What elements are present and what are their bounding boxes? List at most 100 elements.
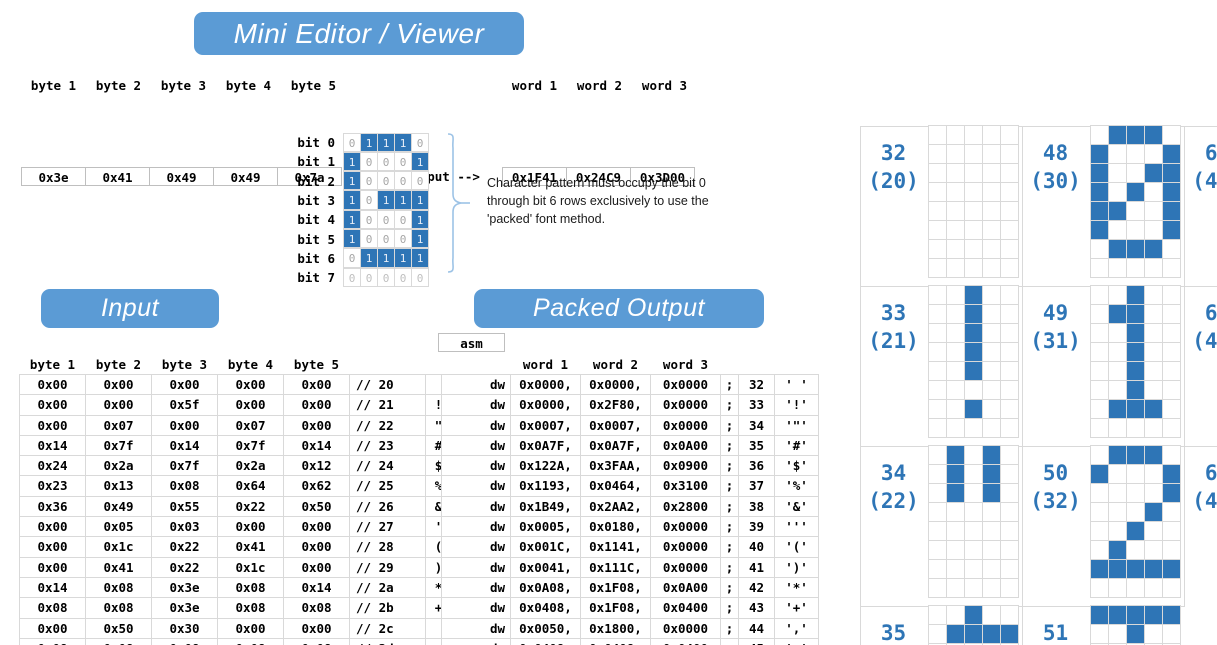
output-word-r9-w2[interactable]: 0x111C, bbox=[581, 557, 651, 577]
glyph-bitmap-33[interactable] bbox=[929, 286, 1019, 438]
glyph-block-48[interactable]: 48(30) bbox=[1023, 126, 1185, 286]
glyph-pixel-34-5-2[interactable] bbox=[964, 540, 983, 560]
glyph-pixel-34-3-0[interactable] bbox=[928, 502, 947, 522]
glyph-pixel-34-6-2[interactable] bbox=[964, 559, 983, 579]
glyph-pixel-34-6-1[interactable] bbox=[946, 559, 965, 579]
glyph-pixel-48-1-1[interactable] bbox=[1108, 144, 1127, 164]
output-word-r1-w3[interactable]: 0x0000 bbox=[651, 395, 721, 415]
glyph-pixel-33-2-2[interactable] bbox=[964, 323, 983, 343]
glyph-pixel-48-7-2[interactable] bbox=[1126, 258, 1145, 278]
input-cell-r8-b5[interactable]: 0x00 bbox=[284, 537, 350, 557]
glyph-block-32[interactable]: 32(20) bbox=[861, 126, 1023, 286]
bit-cell-6-1[interactable]: 1 bbox=[360, 248, 378, 267]
glyph-pixel-50-6-2[interactable] bbox=[1126, 559, 1145, 579]
glyph-pixel-32-4-3[interactable] bbox=[982, 201, 1001, 221]
glyph-pixel-35-0-2[interactable] bbox=[964, 605, 983, 625]
glyph-pixel-32-6-1[interactable] bbox=[946, 239, 965, 259]
glyph-pixel-33-6-3[interactable] bbox=[982, 399, 1001, 419]
glyph-pixel-32-0-2[interactable] bbox=[964, 125, 983, 145]
input-table-row[interactable]: 0x000x000x5f0x000x00// 21! bbox=[20, 395, 452, 415]
input-cell-r4-b3[interactable]: 0x7f bbox=[152, 456, 218, 476]
glyph-block-34[interactable]: 34(22) bbox=[861, 446, 1023, 606]
glyph-pixel-49-3-4[interactable] bbox=[1162, 342, 1181, 362]
glyph-block-65[interactable]: 65(41) bbox=[1185, 286, 1217, 446]
bit-cell-5-4[interactable]: 1 bbox=[411, 229, 429, 248]
glyph-pixel-33-1-4[interactable] bbox=[1000, 304, 1019, 324]
bit-cell-7-1[interactable]: 0 bbox=[360, 268, 378, 287]
input-cell-r1-b4[interactable]: 0x00 bbox=[218, 395, 284, 415]
glyph-pixel-49-0-2[interactable] bbox=[1126, 285, 1145, 305]
glyph-pixel-48-4-1[interactable] bbox=[1108, 201, 1127, 221]
glyph-pixel-33-0-4[interactable] bbox=[1000, 285, 1019, 305]
glyph-pixel-50-5-3[interactable] bbox=[1144, 540, 1163, 560]
glyph-pixel-34-3-3[interactable] bbox=[982, 502, 1001, 522]
glyph-pixel-34-2-1[interactable] bbox=[946, 483, 965, 503]
glyph-pixel-50-7-4[interactable] bbox=[1162, 578, 1181, 598]
glyph-pixel-50-3-3[interactable] bbox=[1144, 502, 1163, 522]
glyph-pixel-48-7-0[interactable] bbox=[1090, 258, 1109, 278]
input-table-row[interactable]: 0x230x130x080x640x62// 25% bbox=[20, 476, 452, 496]
glyph-pixel-49-3-2[interactable] bbox=[1126, 342, 1145, 362]
glyph-pixel-33-7-2[interactable] bbox=[964, 418, 983, 438]
glyph-pixel-48-6-1[interactable] bbox=[1108, 239, 1127, 259]
glyph-pixel-32-1-3[interactable] bbox=[982, 144, 1001, 164]
input-cell-r7-b5[interactable]: 0x00 bbox=[284, 517, 350, 537]
output-table-element[interactable]: word 1word 2word 3dw0x0000,0x0000,0x0000… bbox=[441, 355, 819, 645]
glyph-pixel-50-7-2[interactable] bbox=[1126, 578, 1145, 598]
glyph-pixel-48-4-3[interactable] bbox=[1144, 201, 1163, 221]
glyph-pixel-48-5-1[interactable] bbox=[1108, 220, 1127, 240]
input-cell-r10-b3[interactable]: 0x3e bbox=[152, 577, 218, 597]
input-cell-r4-b4[interactable]: 0x2a bbox=[218, 456, 284, 476]
input-cell-r4-b5[interactable]: 0x12 bbox=[284, 456, 350, 476]
input-cell-r7-b3[interactable]: 0x03 bbox=[152, 517, 218, 537]
glyph-pixel-49-0-0[interactable] bbox=[1090, 285, 1109, 305]
output-word-r13-w2[interactable]: 0x0408, bbox=[581, 638, 651, 645]
output-word-r10-w1[interactable]: 0x0A08, bbox=[511, 577, 581, 597]
output-table-row[interactable]: dw0x0005,0x0180,0x0000;39''' bbox=[442, 517, 819, 537]
input-cell-r8-b4[interactable]: 0x41 bbox=[218, 537, 284, 557]
glyph-pixel-34-7-4[interactable] bbox=[1000, 578, 1019, 598]
glyph-pixel-32-7-1[interactable] bbox=[946, 258, 965, 278]
input-cell-r6-b4[interactable]: 0x22 bbox=[218, 496, 284, 516]
glyph-pixel-49-4-1[interactable] bbox=[1108, 361, 1127, 381]
output-word-r7-w1[interactable]: 0x0005, bbox=[511, 517, 581, 537]
glyph-pixel-34-2-2[interactable] bbox=[964, 483, 983, 503]
glyph-pixel-49-3-0[interactable] bbox=[1090, 342, 1109, 362]
input-cell-r3-b3[interactable]: 0x14 bbox=[152, 435, 218, 455]
output-word-r10-w3[interactable]: 0x0A00 bbox=[651, 577, 721, 597]
glyph-pixel-49-5-0[interactable] bbox=[1090, 380, 1109, 400]
glyph-pixel-34-2-0[interactable] bbox=[928, 483, 947, 503]
glyph-pixel-49-2-2[interactable] bbox=[1126, 323, 1145, 343]
glyph-pixel-49-0-3[interactable] bbox=[1144, 285, 1163, 305]
glyph-pixel-32-3-4[interactable] bbox=[1000, 182, 1019, 202]
glyph-pixel-32-6-0[interactable] bbox=[928, 239, 947, 259]
glyph-block-66[interactable]: 66(42) bbox=[1185, 446, 1217, 606]
glyph-pixel-34-6-3[interactable] bbox=[982, 559, 1001, 579]
glyph-pixel-34-1-0[interactable] bbox=[928, 464, 947, 484]
glyph-pixel-48-0-1[interactable] bbox=[1108, 125, 1127, 145]
glyph-pixel-33-7-0[interactable] bbox=[928, 418, 947, 438]
input-cell-r8-b2[interactable]: 0x1c bbox=[86, 537, 152, 557]
output-table-row[interactable]: dw0x0A7F,0x0A7F,0x0A00;35'#' bbox=[442, 435, 819, 455]
glyph-pixel-34-0-4[interactable] bbox=[1000, 445, 1019, 465]
input-cell-r9-b1[interactable]: 0x00 bbox=[20, 557, 86, 577]
glyph-pixel-33-3-2[interactable] bbox=[964, 342, 983, 362]
input-table-row[interactable]: 0x140x7f0x140x7f0x14// 23# bbox=[20, 435, 452, 455]
input-cell-r12-b1[interactable]: 0x00 bbox=[20, 618, 86, 638]
output-word-r6-w2[interactable]: 0x2AA2, bbox=[581, 496, 651, 516]
glyph-pixel-48-1-0[interactable] bbox=[1090, 144, 1109, 164]
glyph-pixel-35-1-3[interactable] bbox=[982, 624, 1001, 644]
input-cell-r1-b1[interactable]: 0x00 bbox=[20, 395, 86, 415]
glyph-pixel-50-3-0[interactable] bbox=[1090, 502, 1109, 522]
output-word-r7-w3[interactable]: 0x0000 bbox=[651, 517, 721, 537]
output-word-r2-w2[interactable]: 0x0007, bbox=[581, 415, 651, 435]
glyph-pixel-34-4-3[interactable] bbox=[982, 521, 1001, 541]
input-cell-r9-b2[interactable]: 0x41 bbox=[86, 557, 152, 577]
top-byte-value-4[interactable]: 0x49 bbox=[213, 167, 278, 186]
glyph-pixel-50-6-3[interactable] bbox=[1144, 559, 1163, 579]
bit-cell-4-3[interactable]: 0 bbox=[394, 210, 412, 229]
output-table-row[interactable]: dw0x0408,0x0408,0x0400;45'-' bbox=[442, 638, 819, 645]
glyph-pixel-34-7-0[interactable] bbox=[928, 578, 947, 598]
top-byte-value-2[interactable]: 0x41 bbox=[85, 167, 150, 186]
bit-cell-3-2[interactable]: 1 bbox=[377, 190, 395, 209]
